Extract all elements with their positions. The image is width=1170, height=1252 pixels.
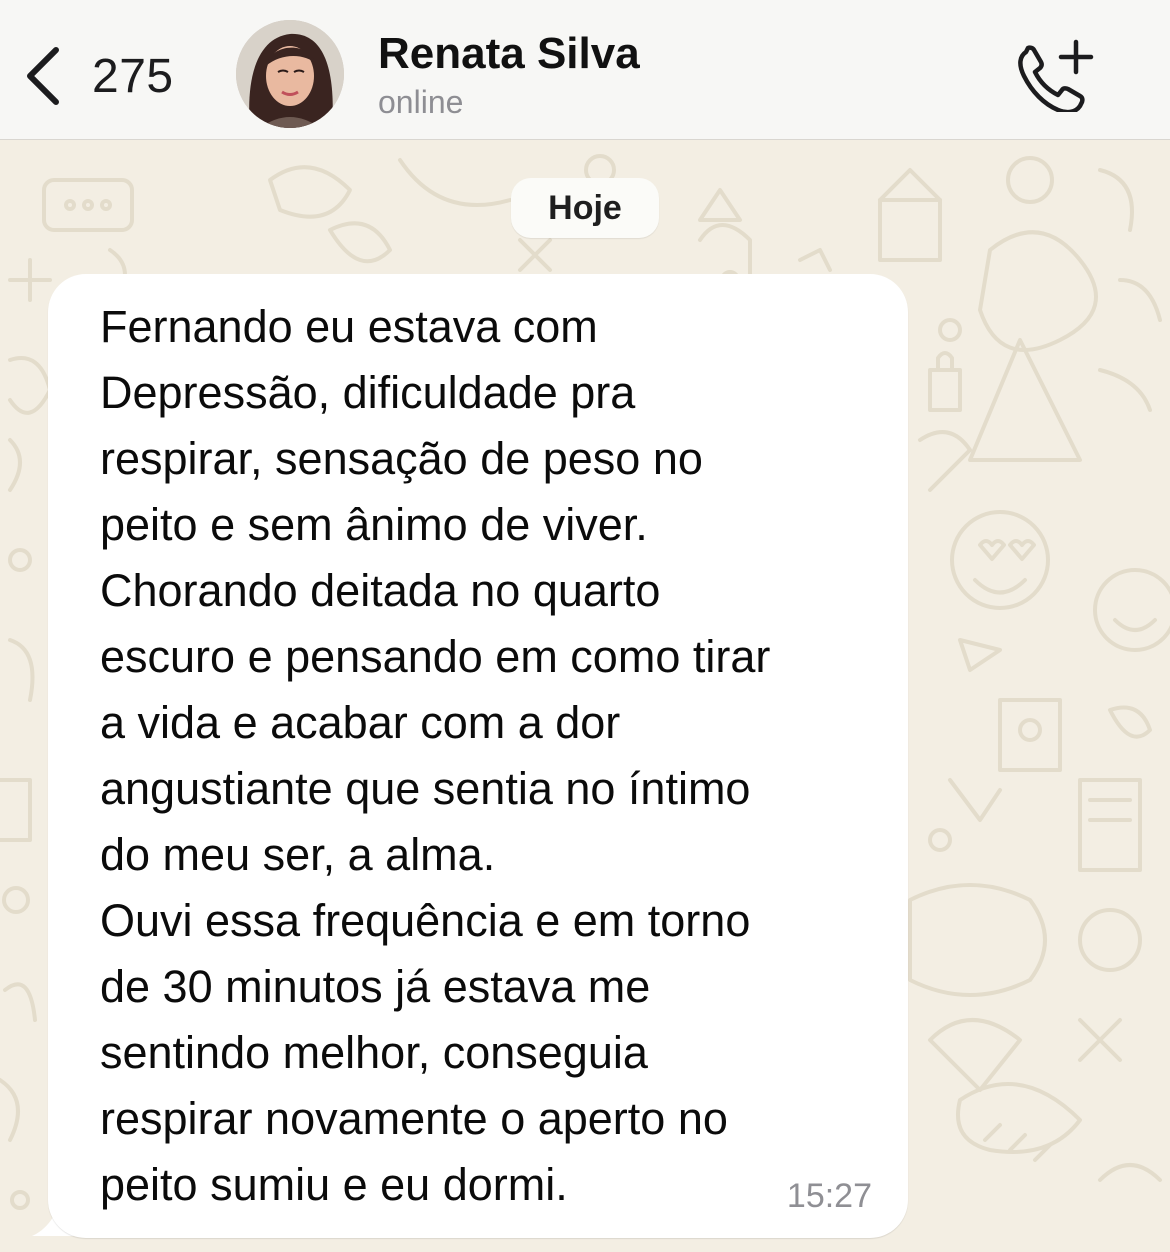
phone-plus-icon [1012, 39, 1098, 116]
contact-info[interactable]: Renata Silva online [378, 26, 640, 122]
message-time: 15:27 [786, 1177, 872, 1215]
message-body: Fernando eu estava com Depressão, dificu… [48, 274, 908, 1238]
chat-header: 275 Renata Silva online [0, 0, 1170, 140]
add-call-button[interactable] [1012, 36, 1098, 115]
date-separator: Hoje [511, 178, 659, 238]
avatar[interactable] [236, 20, 344, 128]
contact-status: online [378, 84, 464, 120]
message-bubble[interactable]: Fernando eu estava com Depressão, dificu… [28, 274, 908, 1240]
chevron-left-icon [18, 41, 66, 111]
back-button[interactable]: 275 [18, 36, 188, 116]
unread-count: 275 [92, 49, 174, 103]
chat-screen: 275 Renata Silva online Hoje Fernando eu… [0, 0, 1170, 1252]
message-text: Fernando eu estava com Depressão, dificu… [100, 301, 771, 1210]
contact-name: Renata Silva [378, 29, 640, 78]
